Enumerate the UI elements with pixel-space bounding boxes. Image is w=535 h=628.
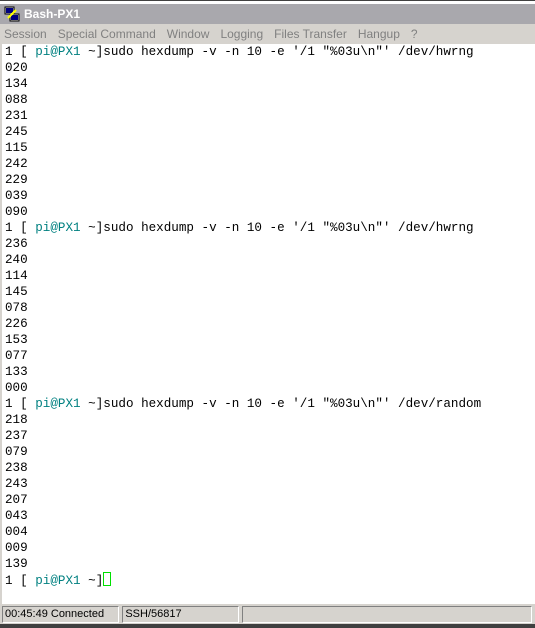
prompt-user: pi@PX1 [35, 221, 81, 235]
output-line: 088 [5, 93, 28, 107]
output-line: 242 [5, 157, 28, 171]
prompt-prefix: 1 [ [5, 221, 36, 235]
menu-help[interactable]: ? [411, 27, 418, 41]
prompt-suffix: ~] [80, 221, 104, 235]
menu-session[interactable]: Session [4, 27, 47, 41]
protocol-status: SSH/56817 [122, 605, 239, 623]
prompt-suffix: ~] [80, 397, 104, 411]
command-text: sudo hexdump -v -n 10 -e '/1 "%03u\n"' /… [103, 45, 474, 59]
menu-window[interactable]: Window [167, 27, 210, 41]
output-line: 134 [5, 77, 28, 91]
window-title: Bash-PX1 [24, 7, 81, 21]
command-line: 1 [ pi@PX1 ~]sudo hexdump -v -n 10 -e '/… [2, 396, 535, 412]
output-line: 245 [5, 125, 28, 139]
prompt-user: pi@PX1 [35, 45, 81, 59]
output-line: 009 [5, 541, 28, 555]
output-line: 226 [5, 317, 28, 331]
prompt-line-current: 1 [ pi@PX1 ~] [2, 572, 535, 588]
output-line: 043 [5, 509, 28, 523]
output-line: 090 [5, 205, 28, 219]
prompt-user: pi@PX1 [35, 574, 81, 588]
output-line: 218 [5, 413, 28, 427]
menu-logging[interactable]: Logging [220, 27, 263, 41]
output-line: 145 [5, 285, 28, 299]
output-line: 139 [5, 557, 28, 571]
prompt-prefix: 1 [ [5, 45, 36, 59]
output-line: 000 [5, 381, 28, 395]
text-cursor [103, 572, 112, 586]
connection-status: 00:45:49 Connected [2, 605, 120, 623]
output-line: 039 [5, 189, 28, 203]
prompt-prefix: 1 [ [5, 397, 36, 411]
output-line: 079 [5, 445, 28, 459]
output-line: 236 [5, 237, 28, 251]
menu-hangup[interactable]: Hangup [358, 27, 400, 41]
command-text: sudo hexdump -v -n 10 -e '/1 "%03u\n"' /… [103, 221, 474, 235]
command-line: 1 [ pi@PX1 ~]sudo hexdump -v -n 10 -e '/… [2, 44, 535, 60]
output-line: 231 [5, 109, 28, 123]
output-line: 229 [5, 173, 28, 187]
output-line: 237 [5, 429, 28, 443]
status-bar: 00:45:49 Connected SSH/56817 [0, 604, 535, 624]
prompt-suffix: ~] [80, 574, 104, 588]
output-line: 114 [5, 269, 28, 283]
command-text: sudo hexdump -v -n 10 -e '/1 "%03u\n"' /… [103, 397, 482, 411]
menu-special-command[interactable]: Special Command [58, 27, 156, 41]
output-line: 133 [5, 365, 28, 379]
output-line: 115 [5, 141, 28, 155]
output-line: 243 [5, 477, 28, 491]
prompt-user: pi@PX1 [35, 397, 81, 411]
output-line: 153 [5, 333, 28, 347]
prompt-suffix: ~] [80, 45, 104, 59]
window-bottom-border [0, 624, 535, 628]
command-line: 1 [ pi@PX1 ~]sudo hexdump -v -n 10 -e '/… [2, 220, 535, 236]
status-panel-extra [241, 605, 532, 623]
output-line: 078 [5, 301, 28, 315]
title-bar[interactable]: Bash-PX1 [0, 4, 535, 24]
output-line: 020 [5, 61, 28, 75]
output-line: 077 [5, 349, 28, 363]
menu-files-transfer[interactable]: Files Transfer [274, 27, 347, 41]
output-line: 004 [5, 525, 28, 539]
terminal-output[interactable]: 1 [ pi@PX1 ~]sudo hexdump -v -n 10 -e '/… [0, 44, 535, 604]
putty-terminal-icon [4, 6, 20, 22]
menu-bar: Session Special Command Window Logging Files… [0, 24, 535, 44]
output-line: 207 [5, 493, 28, 507]
output-line: 238 [5, 461, 28, 475]
output-line: 240 [5, 253, 28, 267]
prompt-prefix: 1 [ [5, 574, 36, 588]
